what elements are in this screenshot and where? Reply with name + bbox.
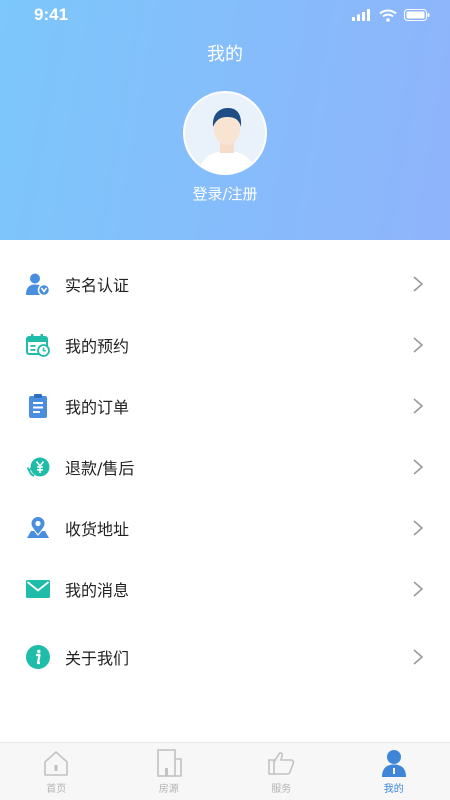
- refund-yen-icon: [26, 455, 50, 479]
- chevron-right-icon: [413, 397, 424, 414]
- menu-list: 实名认证 我的预约 我的订单 退款/售后 收货地址 我的消息 关于我们: [0, 253, 450, 687]
- menu-item-label: 实名认证: [65, 275, 130, 295]
- menu-item-label: 我的订单: [65, 397, 130, 417]
- tab-home[interactable]: 首页: [0, 743, 113, 800]
- menu-item-my-orders[interactable]: 我的订单: [0, 375, 450, 436]
- status-icons: [352, 8, 430, 22]
- tab-label: 我的: [383, 784, 404, 795]
- menu-item-label: 退款/售后: [65, 458, 135, 478]
- menu-item-label: 关于我们: [65, 648, 130, 668]
- user-verify-icon: [26, 272, 50, 296]
- chevron-right-icon: [413, 580, 424, 597]
- tab-label: 房源: [158, 784, 179, 795]
- status-time: 9:41: [34, 5, 69, 24]
- tab-listings[interactable]: 房源: [113, 743, 226, 800]
- location-pin-icon: [26, 515, 50, 540]
- menu-item-label: 收货地址: [65, 519, 130, 539]
- tab-services[interactable]: 服务: [225, 743, 338, 800]
- info-icon: [26, 644, 50, 669]
- menu-item-my-appointments[interactable]: 我的预约: [0, 314, 450, 375]
- chevron-right-icon: [413, 648, 424, 665]
- menu-item-shipping-address[interactable]: 收货地址: [0, 497, 450, 558]
- wifi-icon: [379, 9, 397, 22]
- clipboard-icon: [26, 393, 50, 418]
- chevron-right-icon: [413, 458, 424, 475]
- battery-icon: [404, 9, 430, 21]
- tab-label: 服务: [271, 784, 292, 795]
- avatar[interactable]: [183, 91, 267, 175]
- chevron-right-icon: [413, 519, 424, 536]
- envelope-icon: [26, 577, 50, 601]
- menu-item-label: 我的消息: [65, 580, 130, 600]
- menu-item-about-us[interactable]: 关于我们: [0, 626, 450, 687]
- menu-item-real-name-verification[interactable]: 实名认证: [0, 253, 450, 314]
- chevron-right-icon: [413, 336, 424, 353]
- home-icon: [42, 748, 70, 778]
- tab-label: 首页: [46, 784, 67, 795]
- service-hand-icon: [267, 748, 295, 778]
- menu-item-refund-after-sales[interactable]: 退款/售后: [0, 436, 450, 497]
- tab-profile[interactable]: 我的: [338, 743, 450, 800]
- calendar-clock-icon: [26, 333, 50, 357]
- menu-item-label: 我的预约: [65, 336, 130, 356]
- chevron-right-icon: [413, 275, 424, 292]
- status-bar: 9:41: [0, 0, 450, 30]
- signal-icon: [352, 9, 370, 21]
- building-icon: [155, 748, 183, 778]
- default-user-avatar-icon: [197, 108, 257, 173]
- page-title: 我的: [207, 44, 243, 65]
- profile-header: 9:41 我的 登录/注册: [0, 0, 450, 240]
- profile-icon: [380, 748, 408, 778]
- menu-item-my-messages[interactable]: 我的消息: [0, 558, 450, 619]
- bottom-tab-bar: 首页 房源 服务 我的: [0, 742, 450, 800]
- login-register-link[interactable]: 登录/注册: [0, 183, 450, 204]
